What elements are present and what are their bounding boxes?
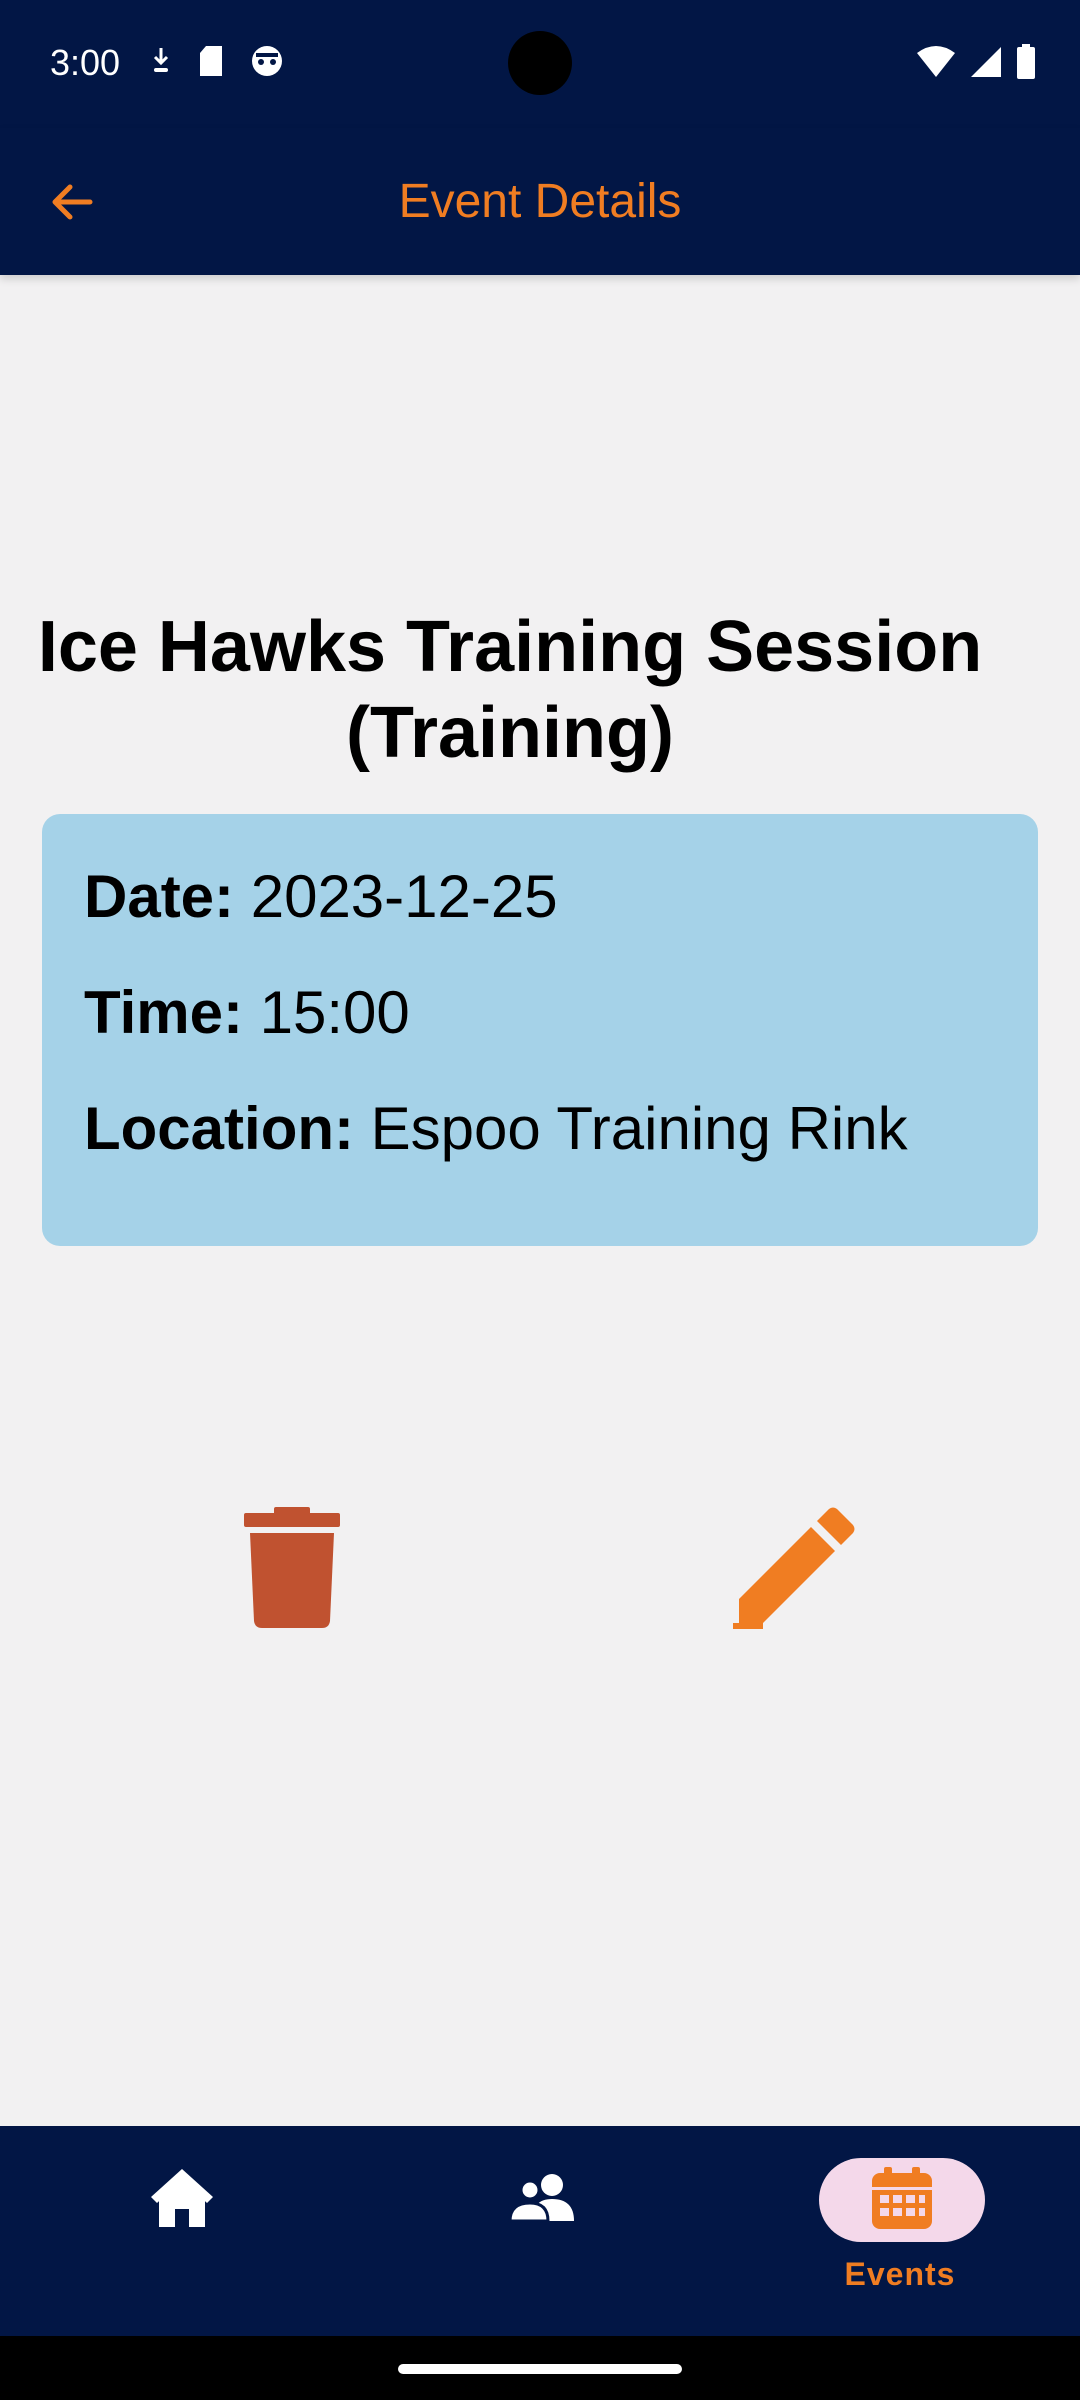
calendar-icon (872, 2166, 932, 2234)
delete-button[interactable] (232, 1500, 352, 1640)
page-title: Event Details (398, 175, 682, 228)
cell-signal-icon (970, 46, 1002, 83)
event-title: Ice Hawks Training Session (Training) (30, 604, 990, 776)
gesture-handle[interactable] (398, 2364, 682, 2374)
sd-card-icon (198, 45, 224, 82)
wifi-icon (916, 46, 956, 83)
nav-item-events[interactable]: Events (720, 2126, 1080, 2336)
home-icon (149, 2167, 215, 2234)
trash-icon (244, 1506, 340, 1634)
pencil-icon (733, 1507, 855, 1634)
nav-item-home[interactable] (0, 2126, 360, 2336)
robot-face-icon (250, 44, 284, 83)
date-value: 2023-12-25 (250, 863, 558, 930)
time-value: 15:00 (259, 979, 410, 1046)
event-title-line1: Ice Hawks Training Session (37, 607, 983, 687)
time-label: Time: (84, 979, 243, 1046)
event-info-card: Date: 2023-12-25 Time: 15:00 Location: E… (42, 814, 1038, 1246)
nav-item-team[interactable] (360, 2126, 720, 2336)
nav-home-icon-container (99, 2158, 265, 2242)
time-row: Time: 15:00 (84, 978, 410, 1047)
status-icons-left (150, 44, 284, 83)
nav-events-active-pill (819, 2158, 985, 2242)
date-label: Date: (84, 863, 235, 930)
edit-button[interactable] (724, 1500, 864, 1640)
location-value: Espoo Training Rink (370, 1095, 908, 1162)
location-label: Location: (84, 1095, 354, 1162)
camera-cutout (508, 31, 572, 95)
status-time: 3:00 (50, 42, 121, 83)
status-bar: 3:00 (0, 0, 1080, 128)
app-bar: Event Details (0, 128, 1080, 275)
battery-icon (1016, 44, 1036, 85)
bottom-navigation: Events (0, 2126, 1080, 2336)
download-arrow-icon (150, 46, 172, 81)
location-row: Location: Espoo Training Rink (84, 1094, 908, 1163)
date-row: Date: 2023-12-25 (84, 862, 558, 931)
nav-team-icon-container (459, 2158, 625, 2242)
gesture-navigation-area (0, 2336, 1080, 2400)
nav-events-label: Events (844, 2256, 956, 2292)
users-icon (508, 2173, 576, 2228)
status-icons-right (916, 44, 1036, 85)
event-title-line2: (Training) (346, 693, 674, 773)
